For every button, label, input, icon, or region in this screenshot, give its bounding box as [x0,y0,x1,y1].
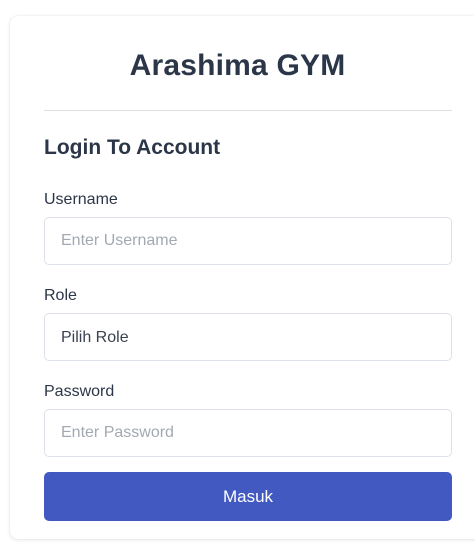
login-page: Arashima GYM Login To Account Username R… [0,0,475,549]
role-select[interactable]: Pilih Role [44,313,452,361]
title-divider [44,110,452,111]
form-heading: Login To Account [44,136,221,159]
username-label: Username [44,191,118,208]
login-submit-button[interactable]: Masuk [44,472,452,521]
login-card [10,16,475,539]
username-input[interactable] [44,217,452,265]
password-label: Password [44,383,115,400]
password-input[interactable] [44,409,452,457]
app-title: Arashima GYM [129,49,346,82]
role-label: Role [44,287,77,304]
